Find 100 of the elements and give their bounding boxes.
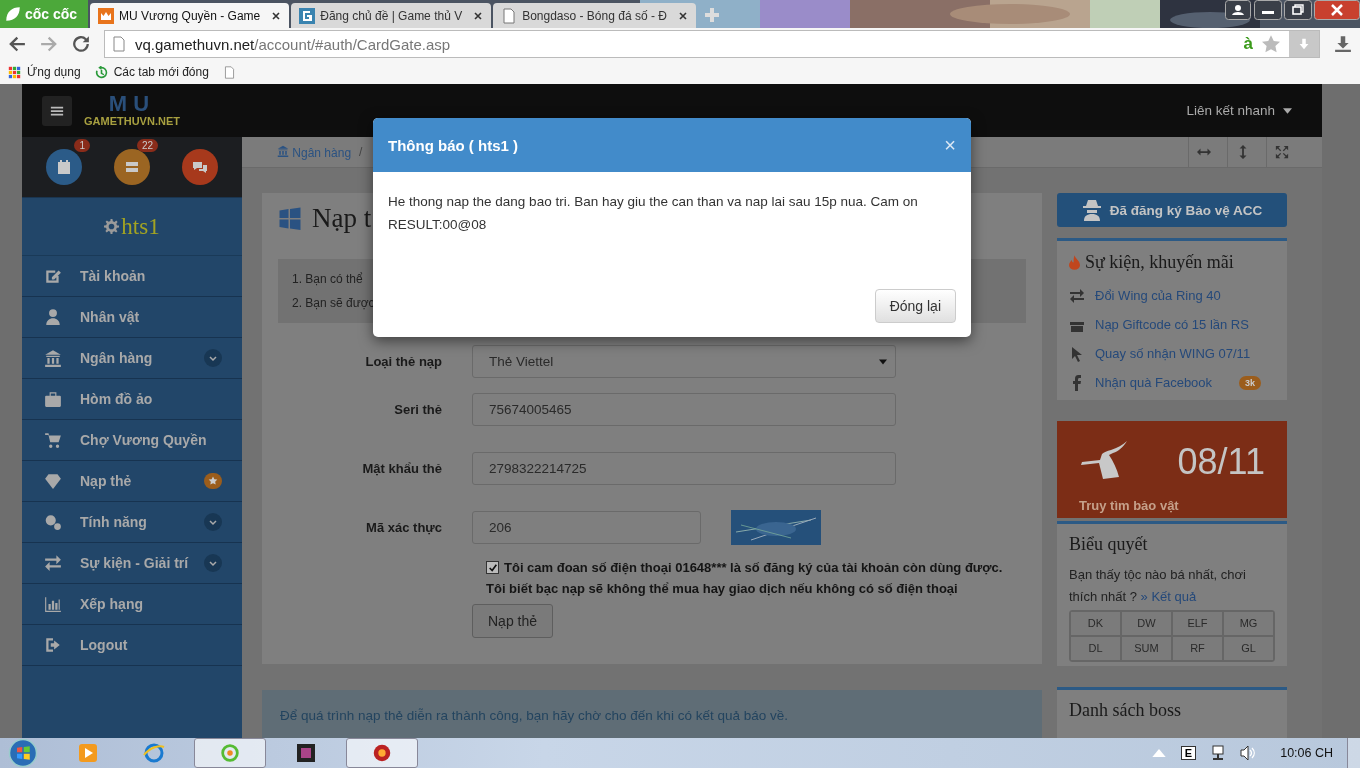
info-text: Để quá trình nạp thẻ diễn ra thành công, bạn hãy chờ cho đến khi có kết quả báo về. [280, 708, 788, 723]
flame-icon [1069, 254, 1080, 270]
cart-icon [44, 431, 62, 449]
quick-links-menu[interactable]: Liên kết nhanh [1186, 103, 1292, 118]
close-icon[interactable] [677, 10, 688, 21]
close-dialog-button[interactable]: Đóng lại [874, 289, 956, 323]
protection-button[interactable]: Đã đăng ký Bảo vệ ACC [1057, 193, 1287, 228]
url-text: vq.gamethuvn.net/account/#auth/CardGate.asp [135, 35, 452, 53]
shortcut-button[interactable] [182, 149, 218, 185]
typing-mark[interactable]: à [1243, 34, 1253, 54]
close-icon[interactable] [271, 10, 282, 21]
note-text: 1. Bạn có thể [292, 271, 363, 288]
reload-icon[interactable] [72, 35, 90, 53]
event-link[interactable]: Nạp Giftcode có 15 lần RS [1095, 317, 1249, 333]
panel-title: Danh sách boss [1069, 700, 1181, 722]
user-name: hts1 [121, 213, 160, 240]
event-date: 08/11 [1177, 440, 1265, 483]
taskbar-app[interactable] [194, 738, 266, 768]
site-logo[interactable]: MU GAMETHUVN.NET [84, 93, 180, 128]
restore-icon[interactable] [1284, 0, 1312, 20]
expand-icon [1275, 145, 1289, 159]
input-field[interactable]: 206 [472, 511, 701, 544]
browser-logo[interactable]: cốc cốc [0, 0, 88, 28]
network-icon[interactable] [1210, 745, 1227, 761]
input-field[interactable]: 75674005465 [472, 393, 896, 426]
logo-text: GAMETHUVN.NET [84, 115, 180, 128]
agreement-text: Tôi cam đoan số điện thoại 01648*** là số đăng ký của tài khoản còn dùng được. [504, 560, 1003, 575]
minimize-icon[interactable] [1254, 0, 1282, 20]
browser-icon[interactable] [142, 741, 166, 765]
chevron-icon [204, 554, 222, 572]
gear-icon [104, 219, 120, 234]
shortcut-button[interactable] [114, 149, 150, 185]
volume-icon[interactable] [1240, 745, 1257, 761]
vote-option[interactable]: ELF [1172, 610, 1223, 636]
bookmark[interactable]: Ứng dụng [8, 65, 81, 79]
event-link[interactable]: Đổi Wing của Ring 40 [1095, 288, 1221, 304]
language-indicator[interactable]: E [1180, 746, 1197, 760]
field-label: Mã xác thực [365, 520, 442, 535]
briefcase-icon [44, 390, 62, 408]
event-link[interactable]: Nhận quà Facebook [1095, 375, 1213, 391]
breadcrumb-separator: / [359, 145, 363, 159]
sidebar-item[interactable]: Tính năng [22, 502, 242, 543]
spy-icon [1081, 199, 1102, 222]
vote-option[interactable]: SUM [1121, 635, 1172, 661]
sidebar-item[interactable]: Ngân hàng [22, 338, 242, 379]
download-icon[interactable] [1334, 35, 1352, 53]
shortcut-button[interactable] [46, 149, 82, 185]
vote-option[interactable]: MG [1223, 610, 1274, 636]
address-field[interactable]: vq.gamethuvn.net/account/#auth/CardGate.asp à [104, 30, 1320, 58]
game-icon[interactable] [294, 741, 318, 765]
treasure-label: Truy tìm bảo vật [1079, 498, 1180, 514]
sidebar-item[interactable]: Sự kiện - Giải trí [22, 543, 242, 584]
letter-icon [299, 7, 316, 24]
vote-option[interactable]: DK [1070, 610, 1121, 636]
checkbox[interactable] [486, 561, 499, 574]
treasure-card[interactable]: 08/11 Truy tìm bảo vật [1057, 421, 1287, 518]
vote-option[interactable]: GL [1223, 635, 1274, 661]
logo-mark: MU [108, 93, 156, 115]
close-icon[interactable] [473, 10, 484, 21]
start-button[interactable] [8, 738, 38, 768]
chevron-icon [204, 513, 222, 531]
dialog-title: Thông báo ( hts1 ) [388, 136, 518, 154]
note-text: 2. Bạn sẽ được [292, 295, 375, 312]
sidebar-item[interactable]: Nạp thẻ [22, 461, 242, 502]
page-icon [111, 36, 127, 52]
close-button[interactable]: × [944, 133, 956, 157]
bookmark[interactable]: Các tab mới đóng [94, 65, 209, 79]
profile-icon[interactable] [1224, 0, 1252, 20]
bank-icon [44, 349, 62, 367]
close-icon[interactable] [1314, 0, 1360, 20]
page-icon [501, 7, 518, 24]
crown-icon [98, 7, 114, 24]
warning-text: Tôi biết bạc nạp sẽ không thể mua hay giao dịch nếu không có số điện thoại [486, 581, 959, 596]
event-link[interactable]: Quay số nhận WING 07/11 [1095, 346, 1251, 362]
field-label: Loại thẻ nạp [364, 354, 442, 369]
results-link[interactable]: » Kết quả [1140, 588, 1197, 604]
input-field[interactable]: 2798322214725 [472, 452, 896, 485]
back-icon[interactable] [8, 35, 26, 53]
card-type-select[interactable]: Thẻ Viettel [472, 345, 896, 378]
vote-option[interactable]: RF [1172, 635, 1223, 661]
apps-icon [8, 65, 21, 79]
stack-icon [124, 159, 140, 175]
panel-title: Sự kiện, khuyến mãi [1085, 251, 1234, 273]
browser-tab[interactable]: Đăng chủ đề | Game thủ V [291, 3, 492, 28]
menu-button[interactable] [42, 95, 72, 126]
brand-name: cốc cốc [25, 6, 78, 22]
chat-icon [192, 159, 208, 175]
vote-option[interactable]: DL [1070, 635, 1121, 661]
field-label: Seri thẻ [393, 402, 442, 417]
browser-tab[interactable]: MU Vương Quyền - Game [90, 3, 290, 28]
vote-option[interactable]: DW [1121, 610, 1172, 636]
browser-tab[interactable]: Bongdaso - Bóng đá số - Đ [493, 3, 696, 28]
star-icon[interactable] [1261, 34, 1281, 54]
chevron-icon [204, 349, 222, 367]
taskbar-app[interactable] [346, 738, 418, 768]
dialog-message: RESULT:00@08 [388, 216, 488, 234]
person-icon [44, 308, 62, 326]
sidebar-item[interactable]: Hòm đồ ảo [22, 379, 242, 420]
arrows-icon [44, 554, 62, 572]
submit-button[interactable]: Nạp thẻ [472, 604, 554, 638]
